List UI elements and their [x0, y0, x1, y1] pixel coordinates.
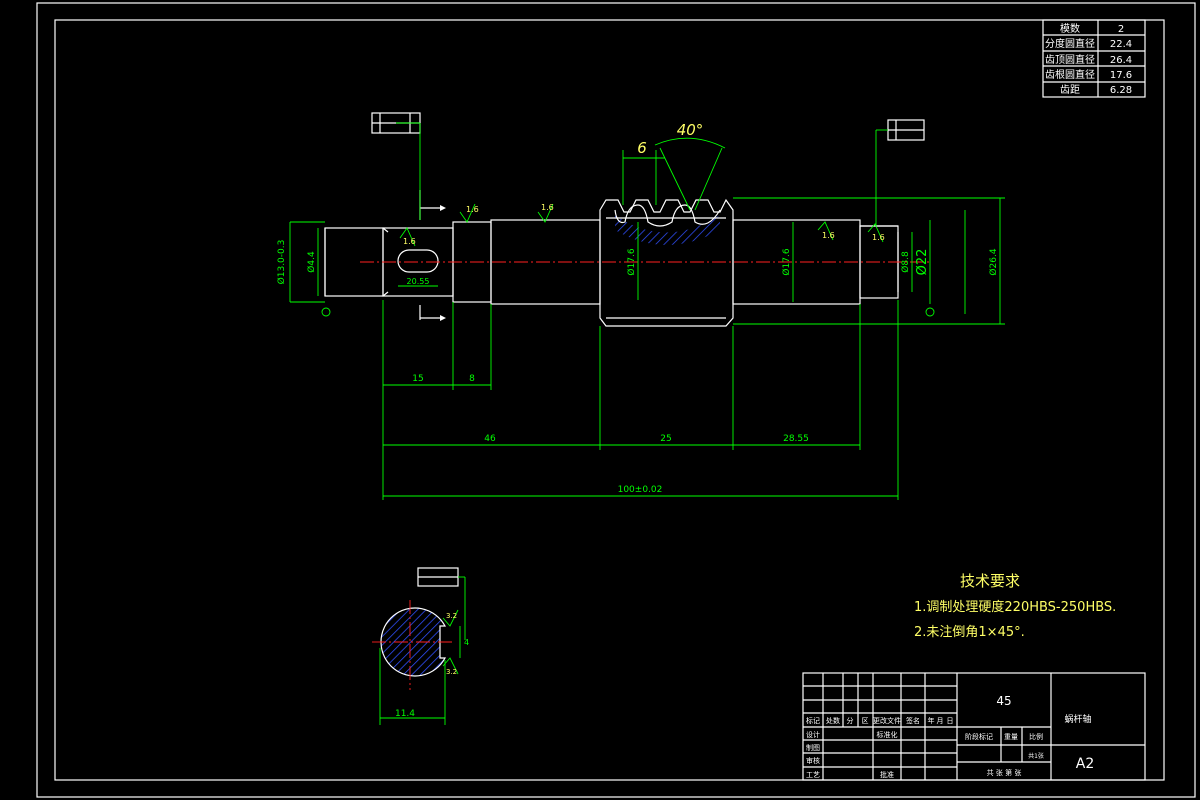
tb-sheet-count: 共1张	[1028, 752, 1044, 760]
param-label-1: 分度圆直径	[1045, 37, 1095, 50]
param-label-2: 齿顶圆直径	[1045, 53, 1095, 66]
param-value-0: 2	[1118, 24, 1124, 35]
rough-4: 1.6	[822, 231, 835, 240]
tech-line-1: 1.调制处理硬度220HBS-250HBS.	[914, 599, 1116, 615]
param-value-3: 17.6	[1110, 70, 1132, 81]
outer-22-label: Ø22	[915, 249, 930, 276]
rough-3: 1.6	[403, 237, 416, 246]
tb-weight: 重量	[1004, 733, 1018, 741]
mid-dia-label: Ø17.6	[781, 248, 792, 275]
row-label-8: 日	[947, 717, 954, 725]
outer-26-label: Ø26.4	[988, 248, 999, 275]
param-label-3: 齿根圆直径	[1045, 68, 1095, 81]
keyway-dia-label: Ø4.4	[306, 251, 317, 273]
tooth-hatch	[615, 215, 720, 245]
tooth-angle-label: 40°	[677, 121, 704, 139]
rough-s2: 3.2	[446, 668, 457, 676]
row-label-7: 月	[937, 717, 944, 725]
right-dia-label: Ø8.8	[900, 251, 911, 273]
rough-2: 1.6	[541, 203, 554, 212]
section-width-label: 11.4	[395, 709, 415, 719]
keyway-len-label: 20.55	[407, 277, 430, 286]
section-view: 11.4 4 3.2 3.2	[372, 567, 469, 725]
tech-title: 技术要求	[960, 572, 1020, 590]
row-label-5: 签名	[906, 716, 920, 725]
title-block: 标记 处数 分 区 更改文件 签名 年 月 日 设计 标准化 制图 审核 工艺 …	[802, 672, 1146, 781]
tolerance-frames	[371, 112, 925, 226]
tb-check: 审核	[806, 756, 820, 765]
tb-process: 工艺	[806, 771, 820, 779]
tb-material: 45	[996, 694, 1011, 708]
tb-part-name: 蜗杆轴	[1064, 713, 1091, 725]
left-dia-label: Ø13.0-0.3	[276, 240, 287, 285]
len-25-label: 25	[660, 434, 671, 444]
tooth-profile	[614, 204, 721, 227]
inner-border	[54, 19, 1165, 781]
tooth-angle-dim: 40° 6	[622, 121, 726, 211]
rough-s1: 3.2	[446, 612, 457, 620]
tb-drafting: 制图	[806, 743, 820, 752]
row-label-2: 分	[847, 716, 854, 725]
horizontal-dimensions: 15 8 46 25 28.55 100±0.02 20.55	[382, 277, 899, 500]
tb-standardize: 标准化	[877, 730, 898, 739]
rough-5: 1.6	[872, 233, 885, 242]
tb-design: 设计	[806, 730, 820, 739]
rough-1: 1.6	[466, 205, 479, 214]
row-label-1: 处数	[826, 716, 840, 725]
row-label-0: 标记	[806, 716, 820, 725]
row-label-4: 更改文件	[873, 716, 901, 725]
param-label-0: 模数	[1060, 22, 1080, 35]
tech-requirements: 技术要求 1.调制处理硬度220HBS-250HBS. 2.未注倒角1×45°.	[914, 572, 1116, 640]
tb-scale: 比例	[1029, 732, 1043, 741]
row-label-3: 区	[862, 717, 869, 725]
param-value-4: 6.28	[1110, 85, 1132, 96]
len-28-label: 28.55	[783, 434, 809, 444]
tech-line-2: 2.未注倒角1×45°.	[914, 625, 1025, 640]
tooth-pitch-label: 6	[637, 139, 647, 157]
total-len-label: 100±0.02	[618, 485, 663, 495]
shaft-outline	[324, 198, 899, 327]
len-15-label: 15	[412, 374, 423, 384]
keyway-slot	[397, 249, 439, 273]
tb-sheets: 共 张 第 张	[987, 768, 1022, 777]
outer-border	[36, 2, 1196, 798]
vertical-dimensions: Ø13.0-0.3 Ø4.4 Ø17.6 Ø17.6 Ø8.8 Ø22 Ø26.…	[276, 197, 1005, 325]
row-label-6: 年	[928, 716, 935, 725]
len-8-label: 8	[469, 374, 475, 384]
param-value-2: 26.4	[1110, 55, 1132, 66]
gear-root-label: Ø17.6	[626, 248, 637, 275]
param-label-4: 齿距	[1060, 84, 1080, 96]
tb-stage-mark: 阶段标记	[965, 732, 993, 741]
drawing-canvas: 模数 2 分度圆直径 22.4 齿顶圆直径 26.4 齿根圆直径 17.6 齿距…	[36, 2, 1196, 798]
param-table: 模数 2 分度圆直径 22.4 齿顶圆直径 26.4 齿根圆直径 17.6 齿距…	[1042, 19, 1146, 98]
tb-sheet-size: A2	[1076, 756, 1094, 772]
tb-approve: 批准	[880, 770, 894, 779]
param-value-1: 22.4	[1110, 39, 1132, 50]
len-46-label: 46	[484, 434, 496, 444]
